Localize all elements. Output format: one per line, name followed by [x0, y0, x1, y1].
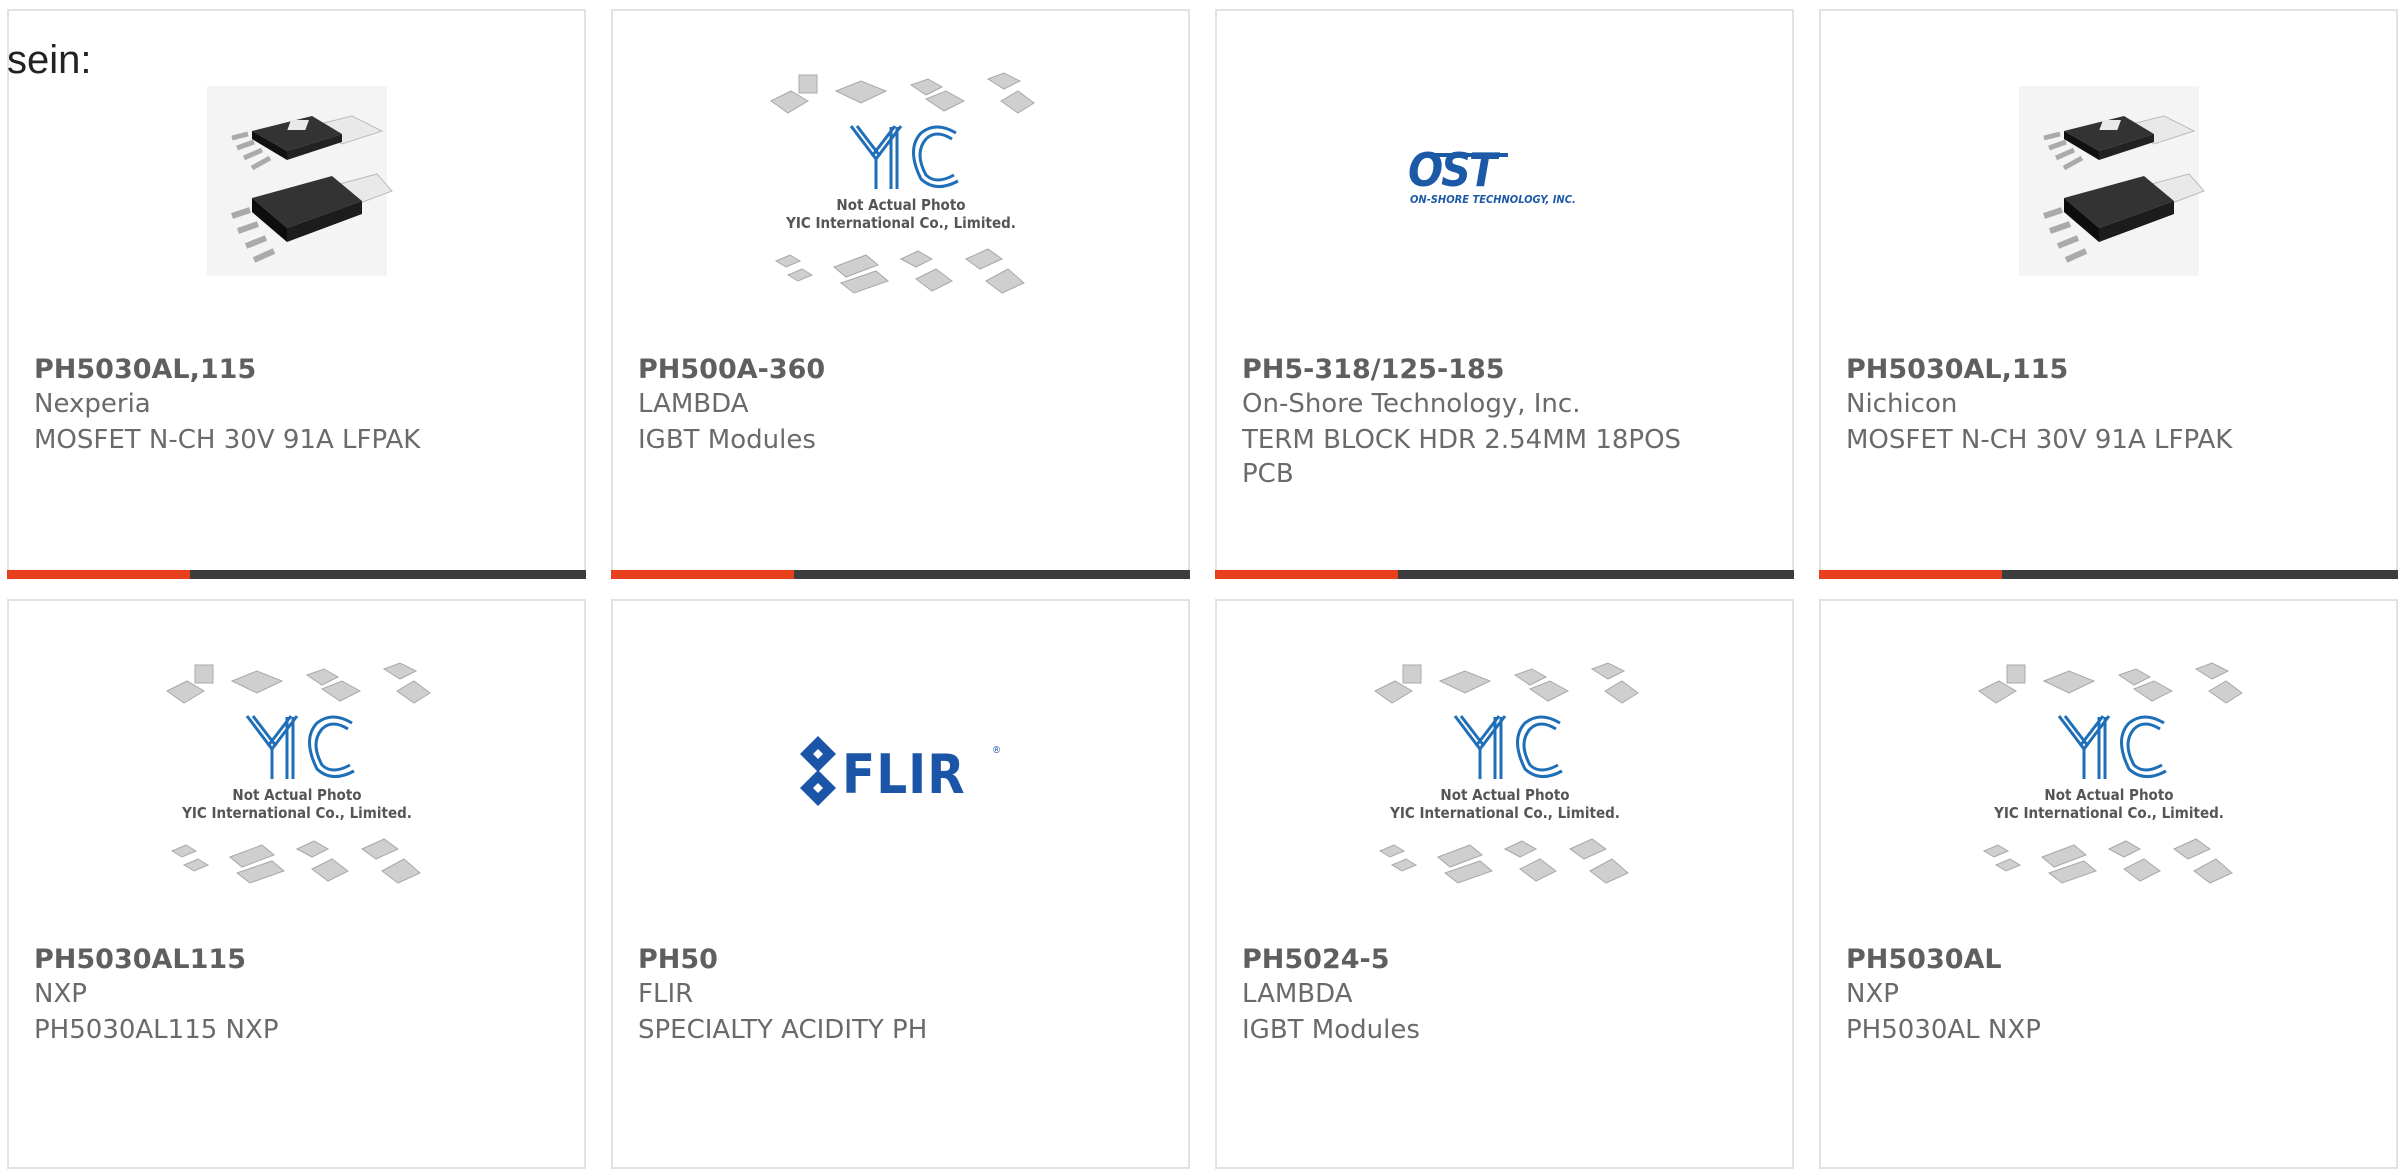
manufacturer: On-Shore Technology, Inc. [1242, 389, 1581, 419]
flir-registered-mark: ® [992, 745, 1001, 756]
part-number[interactable]: PH5030AL115 [34, 944, 246, 975]
yic-placeholder-image: Not Actual Photo YIC International Co., … [1373, 662, 1639, 884]
manufacturer: Nexperia [34, 389, 151, 419]
ost-logo-tagline: ON-SHORE TECHNOLOGY, INC. [1410, 193, 1576, 206]
manufacturer: NXP [34, 979, 87, 1009]
placeholder-line2: YIC International Co., Limited. [1389, 804, 1620, 822]
part-number[interactable]: PH5030AL [1846, 944, 2002, 975]
card-accent-bar [1819, 570, 2398, 579]
description: PH5030AL115 NXP [34, 1015, 279, 1045]
product-image [1821, 11, 2396, 351]
product-image: FLIR ® [613, 601, 1188, 941]
ost-logo: OST ON-SHORE TECHNOLOGY, INC. [1408, 146, 1576, 206]
product-image: Not Actual Photo YIC International Co., … [613, 11, 1188, 351]
placeholder-line1: Not Actual Photo [836, 196, 965, 214]
description: PH5030AL NXP [1846, 1015, 2041, 1045]
product-card[interactable]: FLIR ® PH50 FLIR SPECIALTY ACIDITY PH [611, 599, 1190, 1169]
manufacturer: Nichicon [1846, 389, 1958, 419]
product-image: Not Actual Photo YIC International Co., … [9, 601, 584, 941]
card-accent-bar [7, 570, 586, 579]
flir-logo-mark: FLIR [842, 743, 966, 806]
manufacturer: LAMBDA [638, 389, 749, 419]
product-image [9, 11, 584, 351]
product-card[interactable]: Not Actual Photo YIC International Co., … [611, 9, 1190, 579]
yic-placeholder-image: Not Actual Photo YIC International Co., … [1977, 662, 2243, 884]
card-accent-bar [1215, 570, 1794, 579]
mosfet-chip-photo [2018, 86, 2205, 276]
description: TERM BLOCK HDR 2.54MM 18POS PCB [1242, 425, 1682, 489]
intro-text: sein: [7, 38, 92, 82]
flir-logo: FLIR ® [799, 736, 1001, 806]
placeholder-line1: Not Actual Photo [232, 786, 361, 804]
product-card[interactable]: Not Actual Photo YIC International Co., … [7, 599, 586, 1169]
description: SPECIALTY ACIDITY PH [638, 1015, 928, 1045]
product-card[interactable]: Not Actual Photo YIC International Co., … [1215, 599, 1794, 1169]
part-number[interactable]: PH5-318/125-185 [1242, 354, 1505, 385]
yic-placeholder-image: Not Actual Photo YIC International Co., … [769, 72, 1035, 294]
placeholder-line2: YIC International Co., Limited. [785, 214, 1016, 232]
part-number[interactable]: PH5030AL,115 [1846, 354, 2068, 385]
manufacturer: NXP [1846, 979, 1899, 1009]
placeholder-line2: YIC International Co., Limited. [1993, 804, 2224, 822]
yic-placeholder-image: Not Actual Photo YIC International Co., … [165, 662, 431, 884]
part-number[interactable]: PH5024-5 [1242, 944, 1390, 975]
placeholder-line1: Not Actual Photo [1440, 786, 1569, 804]
product-image: OST ON-SHORE TECHNOLOGY, INC. [1217, 11, 1792, 351]
description: MOSFET N-CH 30V 91A LFPAK [1846, 425, 2233, 455]
description: MOSFET N-CH 30V 91A LFPAK [34, 425, 421, 455]
part-number[interactable]: PH5030AL,115 [34, 354, 256, 385]
description: IGBT Modules [1242, 1015, 1420, 1045]
manufacturer: FLIR [638, 979, 694, 1009]
part-number[interactable]: PH50 [638, 944, 718, 975]
part-number[interactable]: PH500A-360 [638, 354, 825, 385]
product-image: Not Actual Photo YIC International Co., … [1821, 601, 2396, 941]
product-image: Not Actual Photo YIC International Co., … [1217, 601, 1792, 941]
description: IGBT Modules [638, 425, 816, 455]
placeholder-line2: YIC International Co., Limited. [181, 804, 412, 822]
product-card[interactable]: PH5030AL,115 Nichicon MOSFET N-CH 30V 91… [1819, 9, 2398, 579]
mosfet-chip-photo [206, 86, 393, 276]
manufacturer: LAMBDA [1242, 979, 1353, 1009]
placeholder-line1: Not Actual Photo [2044, 786, 2173, 804]
product-card[interactable]: Not Actual Photo YIC International Co., … [1819, 599, 2398, 1169]
card-accent-bar [611, 570, 1190, 579]
product-card[interactable]: PH5030AL,115 Nexperia MOSFET N-CH 30V 91… [7, 9, 586, 579]
product-card[interactable]: OST ON-SHORE TECHNOLOGY, INC. PH5-318/12… [1215, 9, 1794, 579]
